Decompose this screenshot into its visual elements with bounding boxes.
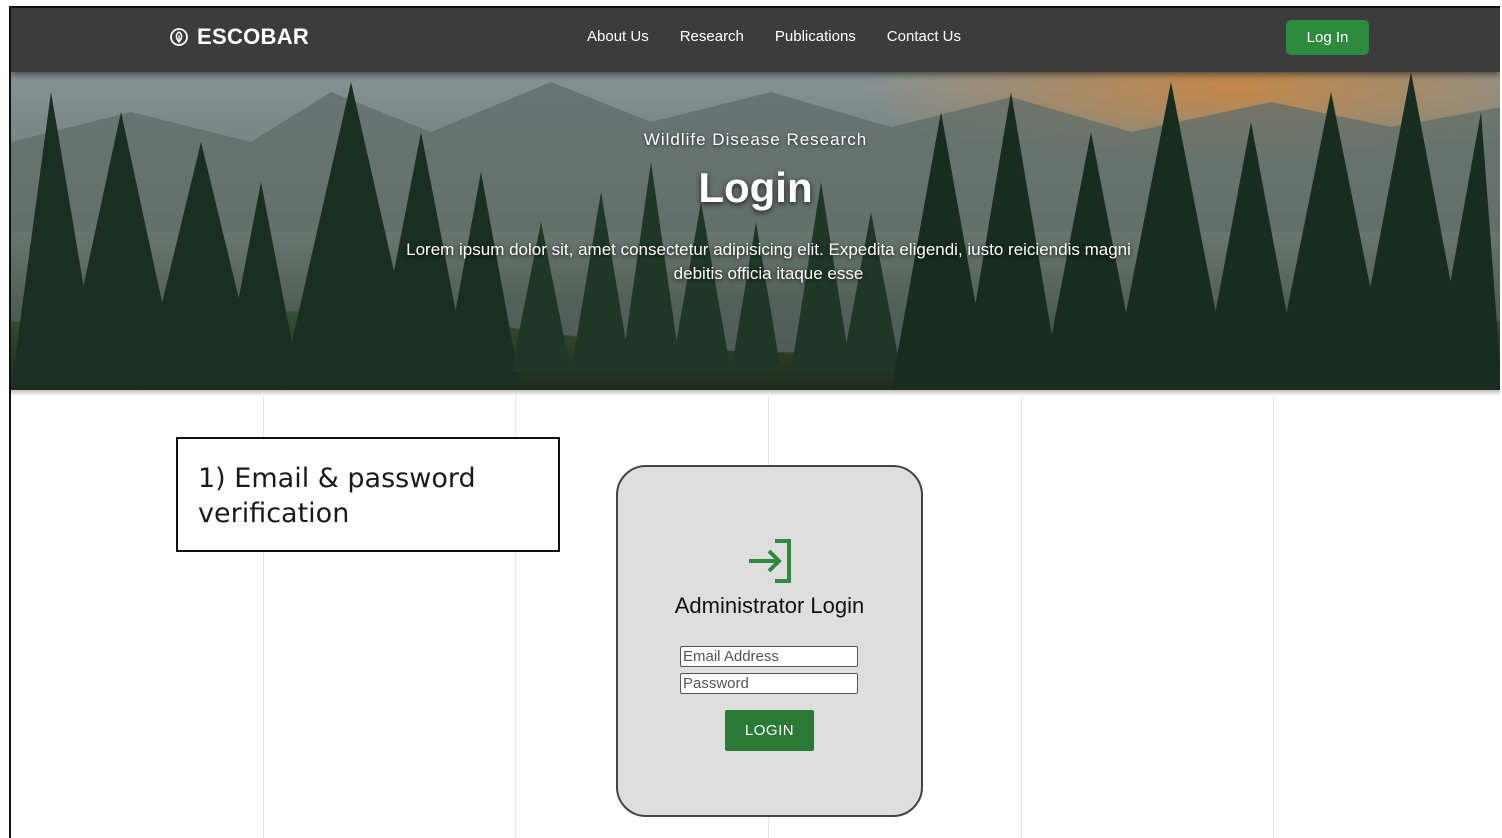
login-submit-button[interactable]: LOGIN <box>725 710 814 751</box>
nav-links: About Us Research Publications Contact U… <box>587 28 992 45</box>
card-title: Administrator Login <box>674 593 865 618</box>
admin-login-card: Administrator Login LOGIN <box>616 465 923 817</box>
brand-leaf-icon <box>169 27 189 47</box>
nav-link-publications[interactable]: Publications <box>775 28 856 45</box>
brand-logo[interactable]: ESCOBAR <box>169 24 309 50</box>
hero-banner: Wildlife Disease Research Login Lorem ip… <box>11 72 1500 390</box>
email-field[interactable] <box>680 646 858 667</box>
brand-name: ESCOBAR <box>197 24 310 49</box>
navbar-login-button[interactable]: Log In <box>1286 20 1369 55</box>
grid-line <box>1273 396 1274 838</box>
nav-link-research[interactable]: Research <box>680 28 744 45</box>
nav-link-about-us[interactable]: About Us <box>587 28 649 45</box>
password-field[interactable] <box>680 673 858 694</box>
hero-shadow <box>11 390 1500 396</box>
nav-link-contact-us[interactable]: Contact Us <box>887 28 961 45</box>
page-frame: ESCOBAR About Us Research Publications C… <box>9 6 1500 838</box>
forest-background-image <box>11 72 1500 390</box>
hero-title: Login <box>698 164 813 211</box>
hero-description: Lorem ipsum dolor sit, amet consectetur … <box>406 240 1131 283</box>
top-navbar: ESCOBAR About Us Research Publications C… <box>11 8 1500 72</box>
grid-line <box>1021 396 1022 838</box>
login-arrow-icon <box>745 537 797 585</box>
annotation-callout: 1) Email & password verification <box>176 437 560 552</box>
hero-subtitle: Wildlife Disease Research <box>643 130 868 149</box>
